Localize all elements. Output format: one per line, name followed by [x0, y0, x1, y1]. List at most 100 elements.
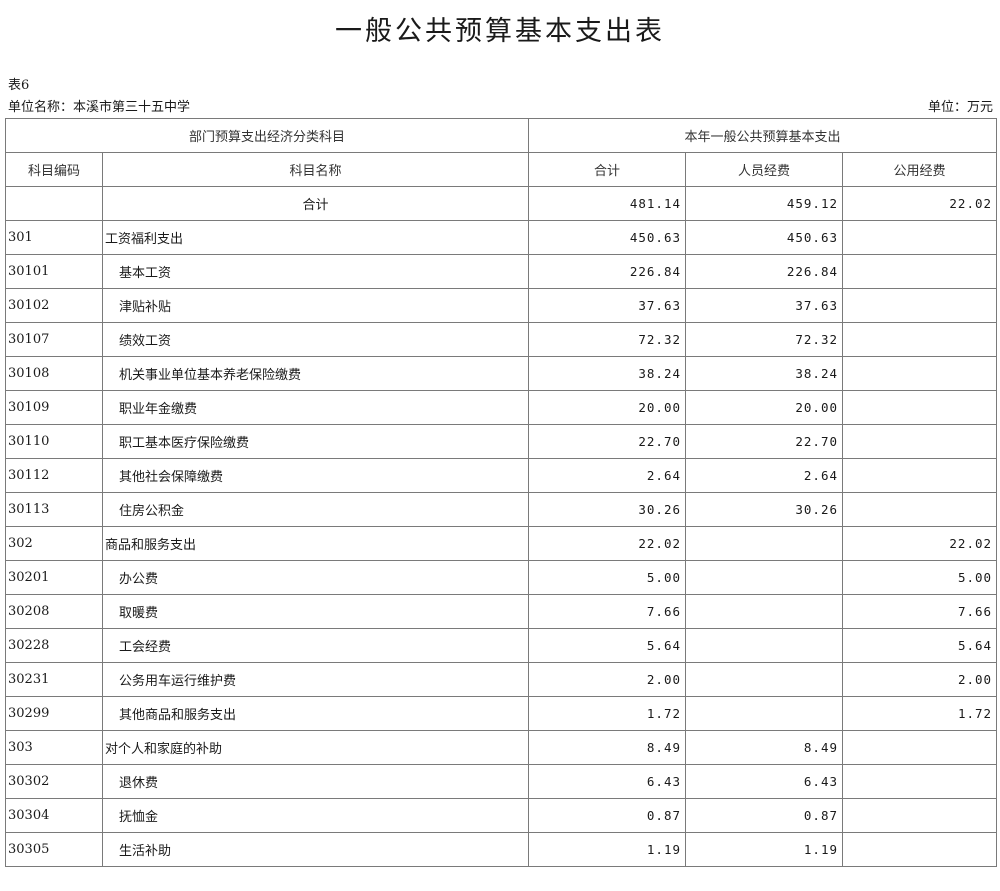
column-header-code: 科目编码: [5, 152, 103, 187]
subject-code: 30102: [5, 288, 103, 323]
column-header-name: 科目名称: [101, 152, 530, 187]
subject-name: 退休费: [101, 764, 530, 799]
header-column-row: 科目编码 科目名称 合计 人员经费 公用经费: [5, 152, 998, 187]
currency-unit: 单位：万元: [927, 100, 993, 115]
subject-name: 抚恤金: [101, 798, 530, 833]
subject-name: 工会经费: [101, 628, 530, 663]
amount-personnel: 72.32: [685, 322, 844, 357]
amount-total: 2.00: [528, 662, 687, 697]
subject-code: 30299: [5, 696, 103, 731]
table-row: 30305 生活补助 1.19 1.19: [5, 832, 998, 867]
amount-personnel: 30.26: [685, 492, 844, 527]
table-row: 30113 住房公积金 30.26 30.26: [5, 492, 998, 527]
subject-code: 30108: [5, 356, 103, 391]
subject-name: 基本工资: [101, 254, 530, 289]
amount-total: 5.64: [528, 628, 687, 663]
subject-name: 绩效工资: [101, 322, 530, 357]
amount-total: 22.02: [528, 526, 687, 561]
amount-personnel: 37.63: [685, 288, 844, 323]
amount-total: 6.43: [528, 764, 687, 799]
amount-total: 38.24: [528, 356, 687, 391]
amount-total: 22.70: [528, 424, 687, 459]
amount-total: 30.26: [528, 492, 687, 527]
subject-code: 30113: [5, 492, 103, 527]
subject-code: 30228: [5, 628, 103, 663]
subject-name: 生活补助: [101, 832, 530, 867]
subject-name: 办公费: [101, 560, 530, 595]
amount-personnel: 20.00: [685, 390, 844, 425]
amount-personnel: 2.64: [685, 458, 844, 493]
amount-public: [842, 458, 998, 493]
amount-total: 0.87: [528, 798, 687, 833]
amount-public: [842, 798, 998, 833]
subject-code: 302: [5, 526, 103, 561]
amount-public: 22.02: [842, 526, 998, 561]
amount-public: 1.72: [842, 696, 998, 731]
amount-public: [842, 220, 998, 255]
amount-public: [842, 390, 998, 425]
table-row: 30228 工会经费 5.64 5.64: [5, 628, 998, 663]
header-group-classification: 部门预算支出经济分类科目: [4, 118, 530, 153]
table-row: 30302 退休费 6.43 6.43: [5, 764, 998, 799]
amount-personnel: 38.24: [685, 356, 844, 391]
amount-personnel: 8.49: [685, 730, 844, 765]
subject-name: 工资福利支出: [101, 220, 530, 255]
subject-code: 303: [5, 730, 103, 765]
amount-personnel: 450.63: [685, 220, 844, 255]
amount-total: 1.19: [528, 832, 687, 867]
subject-name: 住房公积金: [101, 492, 530, 527]
subject-name: 职工基本医疗保险缴费: [101, 424, 530, 459]
subject-name: 其他商品和服务支出: [101, 696, 530, 731]
subject-name: 商品和服务支出: [101, 526, 530, 561]
total-code-cell: [5, 186, 103, 221]
subject-code: 301: [5, 220, 103, 255]
table-row: 30299 其他商品和服务支出 1.72 1.72: [5, 696, 998, 731]
table-row: 30110 职工基本医疗保险缴费 22.70 22.70: [5, 424, 998, 459]
amount-personnel: 22.70: [685, 424, 844, 459]
table-row: 30231 公务用车运行维护费 2.00 2.00: [5, 662, 998, 697]
total-label: 合计: [101, 186, 530, 221]
amount-public: [842, 322, 998, 357]
subject-code: 30101: [5, 254, 103, 289]
table-row: 302 商品和服务支出 22.02 22.02: [5, 526, 998, 561]
amount-total: 5.00: [528, 560, 687, 595]
amount-total: 7.66: [528, 594, 687, 629]
amount-personnel: [685, 696, 844, 731]
amount-total: 226.84: [528, 254, 687, 289]
amount-public: [842, 424, 998, 459]
amount-total: 2.64: [528, 458, 687, 493]
subject-name: 津贴补贴: [101, 288, 530, 323]
amount-personnel: 0.87: [685, 798, 844, 833]
amount-public: [842, 288, 998, 323]
subject-code: 30305: [5, 832, 103, 867]
amount-total: 37.63: [528, 288, 687, 323]
amount-public: 2.00: [842, 662, 998, 697]
subject-name: 职业年金缴费: [101, 390, 530, 425]
subject-code: 30112: [5, 458, 103, 493]
amount-public: 5.00: [842, 560, 998, 595]
table-row: 303 对个人和家庭的补助 8.49 8.49: [5, 730, 998, 765]
subject-name: 机关事业单位基本养老保险缴费: [101, 356, 530, 391]
subject-code: 30231: [5, 662, 103, 697]
page-title: 一般公共预算基本支出表: [335, 16, 665, 47]
header-group-expenditure: 本年一般公共预算基本支出: [528, 118, 998, 153]
amount-public: [842, 832, 998, 867]
amount-total: 20.00: [528, 390, 687, 425]
table-row: 30108 机关事业单位基本养老保险缴费 38.24 38.24: [5, 356, 998, 391]
table-number: 表6: [8, 78, 30, 93]
table-row: 30107 绩效工资 72.32 72.32: [5, 322, 998, 357]
amount-personnel: [685, 628, 844, 663]
subject-code: 30304: [5, 798, 103, 833]
amount-total: 450.63: [528, 220, 687, 255]
total-personnel: 459.12: [685, 186, 844, 221]
budget-table: 部门预算支出经济分类科目 本年一般公共预算基本支出 科目编码 科目名称 合计 人…: [4, 118, 998, 867]
amount-public: [842, 730, 998, 765]
subject-code: 30201: [5, 560, 103, 595]
table-row: 30304 抚恤金 0.87 0.87: [5, 798, 998, 833]
unit-name: 单位名称：本溪市第三十五中学: [8, 100, 191, 115]
amount-personnel: 6.43: [685, 764, 844, 799]
table-row: 30109 职业年金缴费 20.00 20.00: [5, 390, 998, 425]
amount-personnel: 1.19: [685, 832, 844, 867]
amount-public: [842, 254, 998, 289]
amount-personnel: 226.84: [685, 254, 844, 289]
